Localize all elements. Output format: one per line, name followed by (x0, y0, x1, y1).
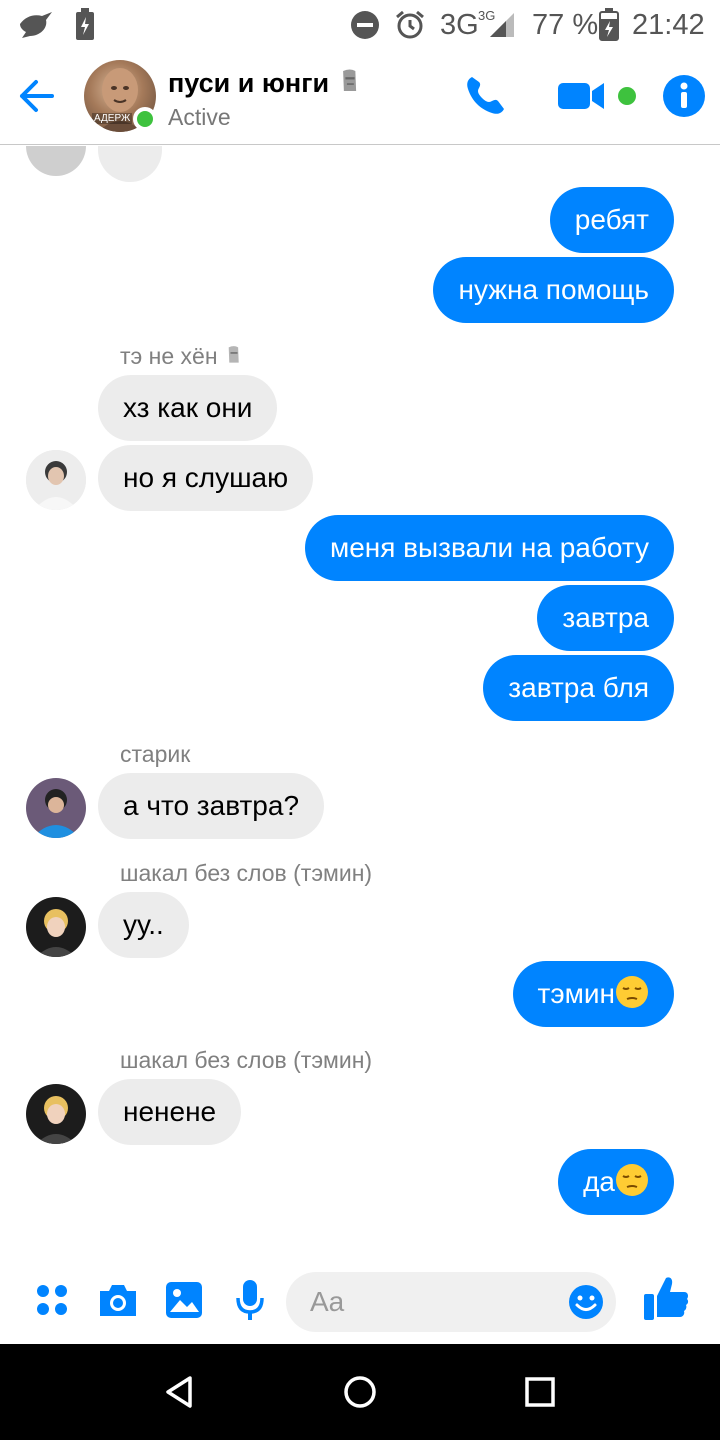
battery-saver-icon (74, 0, 96, 50)
conversation-header: АДЕРЖ пуси и юнги Active (0, 50, 720, 145)
battery-percent: 77 % (532, 8, 599, 41)
pensive-face-emoji (616, 976, 648, 1008)
camera-icon[interactable] (96, 1278, 140, 1322)
message-bubble-incoming[interactable]: но я слушаю (98, 445, 314, 511)
message-bubble-outgoing[interactable]: тэмин (512, 961, 674, 1027)
system-navigation-bar (0, 1344, 720, 1440)
thumbs-up-icon[interactable] (642, 1274, 690, 1324)
chat-title: пуси и юнги (168, 66, 363, 99)
video-active-dot (618, 87, 636, 105)
sender-avatar-partial (26, 146, 86, 176)
emoji-smile-icon[interactable] (568, 1284, 604, 1320)
message-bubble-incoming[interactable]: хз как они (98, 375, 278, 441)
pensive-face-emoji (616, 1164, 648, 1196)
message-bubble-outgoing[interactable]: завтра (537, 585, 674, 651)
message-list[interactable]: ребят нужна помощь тэ не хён хз как они … (0, 146, 720, 1256)
sender-name: старик (120, 741, 191, 767)
chat-title-text: пуси и юнги (168, 68, 330, 98)
message-bubble-outgoing[interactable]: ребят (549, 187, 674, 253)
apps-grid-icon[interactable] (34, 1278, 70, 1322)
message-bubble-outgoing[interactable]: завтра бля (483, 655, 674, 721)
sender-avatar[interactable] (26, 897, 86, 957)
sender-name: шакал без слов (тэмин) (120, 1047, 373, 1073)
signal-icon (488, 0, 516, 50)
info-icon[interactable] (662, 72, 706, 120)
message-input[interactable]: Aa (286, 1272, 616, 1332)
message-input-placeholder: Aa (310, 1286, 345, 1317)
video-camera-icon[interactable] (556, 72, 606, 120)
do-not-disturb-icon (350, 0, 380, 50)
back-arrow-icon[interactable] (16, 76, 56, 116)
nav-home-icon[interactable] (340, 1372, 380, 1412)
message-text: да (583, 1166, 615, 1197)
message-composer: Aa (0, 1256, 720, 1344)
alarm-icon (394, 0, 426, 50)
bird-icon (18, 0, 54, 50)
message-bubble-incoming[interactable]: а что завтра? (98, 773, 325, 839)
message-bubble-partial (98, 146, 162, 182)
moai-emoji (228, 346, 239, 363)
gallery-icon[interactable] (164, 1278, 204, 1322)
message-text: тэмин (537, 978, 615, 1009)
clock: 21:42 (632, 8, 705, 41)
message-bubble-outgoing[interactable]: да (558, 1149, 674, 1215)
moai-emoji (342, 69, 356, 91)
microphone-icon[interactable] (234, 1278, 266, 1324)
message-bubble-incoming[interactable]: уу.. (98, 892, 189, 958)
network-type: 3G (440, 8, 479, 41)
message-bubble-incoming[interactable]: ненене (98, 1079, 242, 1145)
online-indicator (133, 107, 157, 131)
message-bubble-outgoing[interactable]: меня вызвали на работу (304, 515, 674, 581)
sender-name: шакал без слов (тэмин) (120, 860, 373, 886)
status-bar: 3G 3G 77 % 21:42 (0, 0, 720, 50)
active-status: Active (168, 104, 231, 130)
avatar-caption: АДЕРЖ (92, 113, 133, 124)
phone-icon[interactable] (462, 72, 508, 120)
nav-recents-icon[interactable] (520, 1372, 560, 1412)
sender-avatar[interactable] (26, 450, 86, 510)
message-bubble-outgoing[interactable]: нужна помощь (433, 257, 674, 323)
sender-name: тэ не хён (120, 342, 244, 370)
nav-back-icon[interactable] (160, 1372, 200, 1412)
sender-avatar[interactable] (26, 778, 86, 838)
battery-icon (598, 0, 620, 50)
sender-avatar[interactable] (26, 1084, 86, 1144)
sender-name-text: тэ не хён (120, 343, 218, 369)
